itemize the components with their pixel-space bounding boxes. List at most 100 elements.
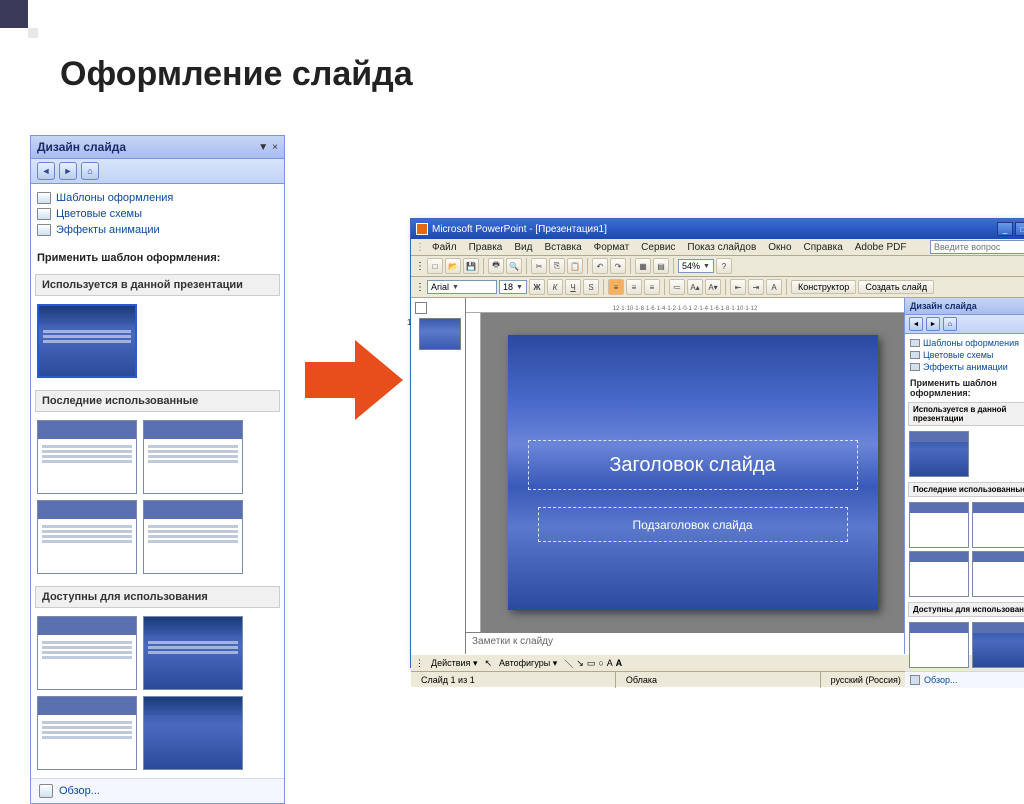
- apply-template-label: Применить шаблон оформления:: [905, 376, 1024, 400]
- title-placeholder[interactable]: Заголовок слайда: [528, 440, 858, 490]
- select-icon[interactable]: ↖: [484, 658, 492, 669]
- minimize-button[interactable]: _: [997, 222, 1013, 236]
- template-thumb[interactable]: [143, 696, 243, 770]
- menu-file[interactable]: Файл: [427, 241, 462, 254]
- taskpane-close-icon[interactable]: ×: [272, 142, 278, 153]
- italic-icon[interactable]: К: [547, 279, 563, 295]
- autoshapes-menu[interactable]: Автофигуры ▾: [495, 658, 561, 669]
- link-design-templates[interactable]: Шаблоны оформления: [37, 190, 278, 206]
- redo-icon[interactable]: ↷: [610, 258, 626, 274]
- nav-back-icon[interactable]: ◄: [37, 162, 55, 180]
- link-color-schemes[interactable]: Цветовые схемы: [910, 349, 1024, 361]
- maximize-button[interactable]: □: [1015, 222, 1024, 236]
- template-thumb-current[interactable]: [909, 431, 969, 477]
- nav-back-icon[interactable]: ◄: [909, 317, 923, 331]
- menu-slideshow[interactable]: Показ слайдов: [682, 241, 761, 254]
- design-task-pane-left: Дизайн слайда ▼ × ◄ ► ⌂ Шаблоны оформлен…: [30, 135, 285, 804]
- taskpane-menu-dropdown[interactable]: ▼: [258, 142, 268, 153]
- increase-font-icon[interactable]: A▴: [687, 279, 703, 295]
- template-thumb[interactable]: [37, 500, 137, 574]
- font-size-combo[interactable]: 18▼: [499, 280, 527, 294]
- align-left-icon[interactable]: ≡: [608, 279, 624, 295]
- template-thumb[interactable]: [37, 420, 137, 494]
- shadow-icon[interactable]: S: [583, 279, 599, 295]
- rectangle-icon[interactable]: ▭: [587, 658, 596, 669]
- nav-forward-icon[interactable]: ►: [926, 317, 940, 331]
- templates-icon: [910, 339, 920, 347]
- template-thumb-current[interactable]: [37, 304, 137, 378]
- arrow-icon[interactable]: ↘: [576, 658, 584, 669]
- draw-actions-menu[interactable]: Действия ▾: [427, 658, 481, 669]
- wordart-icon[interactable]: 𝐀: [616, 658, 622, 669]
- outline-tab-icon[interactable]: [415, 302, 427, 314]
- subtitle-placeholder[interactable]: Подзаголовок слайда: [538, 507, 848, 542]
- designer-button[interactable]: Конструктор: [791, 280, 856, 294]
- zoom-combo[interactable]: 54%▼: [678, 259, 714, 273]
- section-recently-used: Последние использованные: [908, 482, 1024, 497]
- template-thumb[interactable]: [143, 500, 243, 574]
- menu-view[interactable]: Вид: [509, 241, 537, 254]
- paste-icon[interactable]: 📋: [567, 258, 583, 274]
- print-icon[interactable]: 🖶: [488, 258, 504, 274]
- preview-icon[interactable]: 🔍: [506, 258, 522, 274]
- new-slide-button[interactable]: Создать слайд: [858, 280, 934, 294]
- font-name-combo[interactable]: Arial▼: [427, 280, 497, 294]
- bold-icon[interactable]: Ж: [529, 279, 545, 295]
- align-right-icon[interactable]: ≡: [644, 279, 660, 295]
- colors-icon: [910, 351, 920, 359]
- menu-tools[interactable]: Сервис: [636, 241, 680, 254]
- link-color-schemes[interactable]: Цветовые схемы: [37, 206, 278, 222]
- menu-edit[interactable]: Правка: [464, 241, 508, 254]
- template-thumb[interactable]: [972, 622, 1024, 668]
- increase-indent-icon[interactable]: ⇥: [748, 279, 764, 295]
- nav-forward-icon[interactable]: ►: [59, 162, 77, 180]
- menu-window[interactable]: Окно: [763, 241, 796, 254]
- font-color-icon[interactable]: A: [766, 279, 782, 295]
- template-thumb[interactable]: [972, 551, 1024, 597]
- browse-templates-button[interactable]: Обзор...: [31, 778, 284, 803]
- template-thumb[interactable]: [37, 696, 137, 770]
- underline-icon[interactable]: Ч: [565, 279, 581, 295]
- template-thumb[interactable]: [972, 502, 1024, 548]
- template-thumb[interactable]: [143, 420, 243, 494]
- cut-icon[interactable]: ✂: [531, 258, 547, 274]
- save-icon[interactable]: 💾: [463, 258, 479, 274]
- help-question-input[interactable]: [930, 240, 1024, 254]
- bullets-icon[interactable]: ≔: [669, 279, 685, 295]
- chart-icon[interactable]: ▤: [653, 258, 669, 274]
- undo-icon[interactable]: ↶: [592, 258, 608, 274]
- oval-icon[interactable]: ○: [598, 658, 603, 668]
- nav-home-icon[interactable]: ⌂: [943, 317, 957, 331]
- menu-insert[interactable]: Вставка: [539, 241, 586, 254]
- decrease-font-icon[interactable]: A▾: [705, 279, 721, 295]
- copy-icon[interactable]: ⎘: [549, 258, 565, 274]
- table-icon[interactable]: ▦: [635, 258, 651, 274]
- link-design-templates[interactable]: Шаблоны оформления: [910, 337, 1024, 349]
- line-icon[interactable]: ＼: [564, 657, 573, 670]
- template-thumb[interactable]: [909, 551, 969, 597]
- notes-pane[interactable]: Заметки к слайду: [466, 632, 904, 654]
- taskpane-category-links: Шаблоны оформления Цветовые схемы Эффект…: [31, 184, 284, 248]
- textbox-icon[interactable]: A: [607, 658, 613, 668]
- slide-thumbnail-1[interactable]: [419, 318, 461, 350]
- menu-adobe-pdf[interactable]: Adobe PDF: [850, 241, 912, 254]
- status-language: русский (Россия): [821, 672, 1024, 688]
- help-icon[interactable]: ?: [716, 258, 732, 274]
- menu-help[interactable]: Справка: [799, 241, 848, 254]
- open-icon[interactable]: 📂: [445, 258, 461, 274]
- apply-template-label: Применить шаблон оформления:: [31, 248, 284, 270]
- template-thumb[interactable]: [909, 502, 969, 548]
- link-animation-effects[interactable]: Эффекты анимации: [37, 222, 278, 238]
- nav-home-icon[interactable]: ⌂: [81, 162, 99, 180]
- link-animation-effects[interactable]: Эффекты анимации: [910, 361, 1024, 373]
- section-available: Доступны для использования: [35, 586, 280, 608]
- menu-format[interactable]: Формат: [589, 241, 635, 254]
- template-thumb[interactable]: [909, 622, 969, 668]
- align-center-icon[interactable]: ≡: [626, 279, 642, 295]
- slide-canvas[interactable]: Заголовок слайда Подзаголовок слайда: [508, 335, 878, 610]
- formatting-toolbar: ⋮ Arial▼ 18▼ Ж К Ч S ≡ ≡ ≡ ≔ A▴ A▾ ⇤ ⇥ A…: [411, 277, 1024, 298]
- template-thumb[interactable]: [37, 616, 137, 690]
- template-thumb[interactable]: [143, 616, 243, 690]
- decrease-indent-icon[interactable]: ⇤: [730, 279, 746, 295]
- new-icon[interactable]: □: [427, 258, 443, 274]
